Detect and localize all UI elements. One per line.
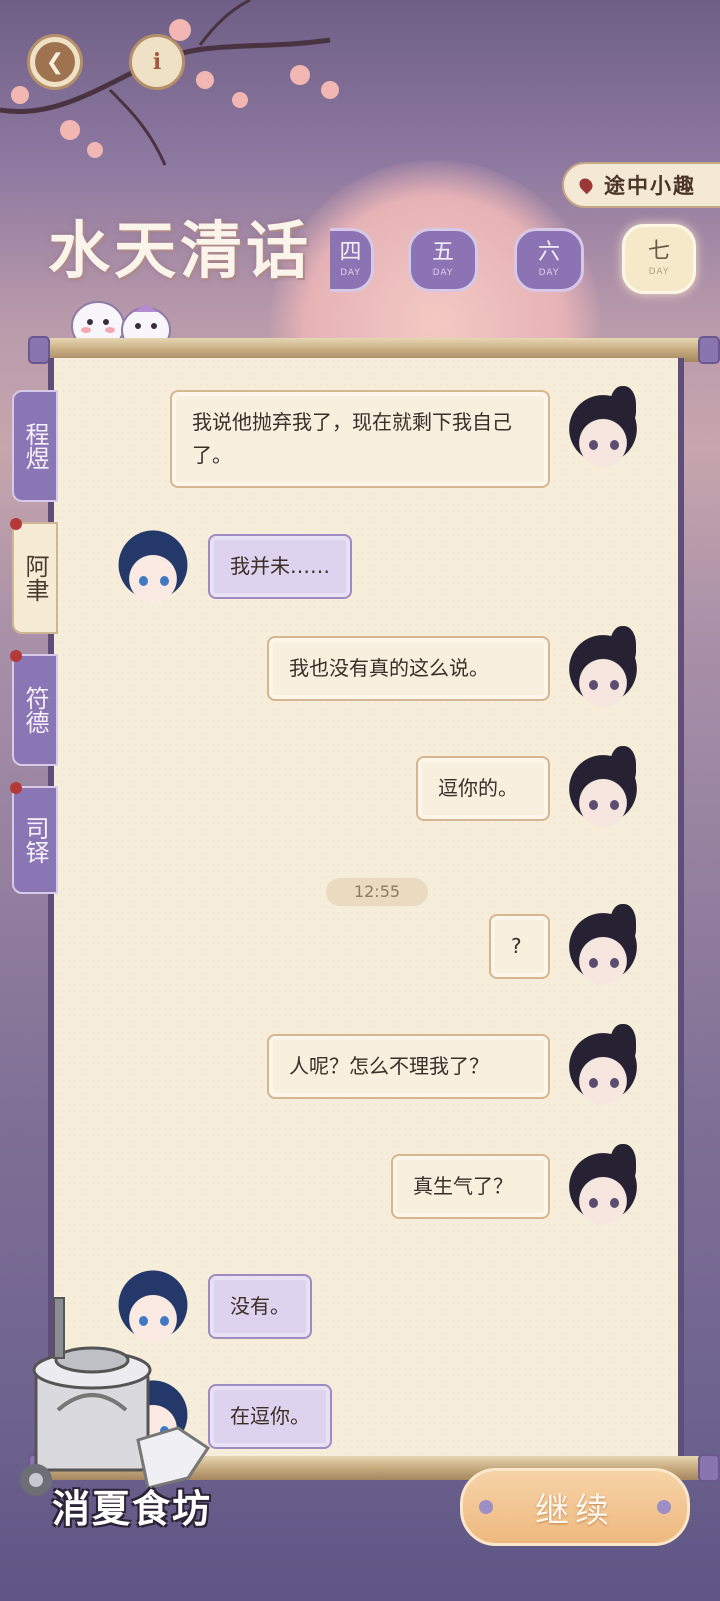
tab-label: 符德: [21, 686, 49, 734]
message-bubble: 在逗你。: [208, 1384, 332, 1449]
tab-label: 程煜: [21, 422, 49, 470]
chat-timestamp: 12:55: [326, 878, 428, 906]
message-bubble: 我并未……: [208, 534, 352, 599]
tab-ayu[interactable]: 阿聿: [10, 518, 58, 634]
tab-label: 司铎: [21, 816, 49, 864]
shop-label[interactable]: 消夏食坊: [52, 1478, 212, 1533]
chat-message-me: 逗你的。: [416, 746, 644, 834]
day-selector: 四 DAY 五 DAY 六 DAY 七 DAY: [0, 224, 720, 306]
message-bubble: ?: [489, 914, 550, 979]
continue-label: 继续: [535, 1490, 615, 1531]
player-avatar[interactable]: [562, 626, 644, 714]
ayu-avatar[interactable]: [112, 528, 194, 610]
new-message-marker: [10, 782, 22, 794]
day-7-button[interactable]: 七 DAY: [622, 224, 696, 294]
message-bubble: 我说他抛弃我了，现在就剩下我自己了。: [170, 390, 550, 488]
continue-button[interactable]: 继续: [460, 1468, 690, 1546]
chat-message-other: 我并未……: [112, 526, 352, 610]
flower-icon: [479, 1500, 493, 1514]
message-bubble: 没有。: [208, 1274, 312, 1339]
player-avatar[interactable]: [562, 904, 644, 992]
back-arrow-icon: ❮: [35, 42, 75, 82]
tab-siduo[interactable]: 司铎: [10, 782, 58, 894]
new-message-marker: [10, 650, 22, 662]
message-bubble: 真生气了？: [391, 1154, 550, 1219]
player-avatar[interactable]: [562, 386, 644, 474]
tab-chengyu[interactable]: 程煜: [12, 390, 58, 502]
day-4-button[interactable]: 四 DAY: [330, 228, 374, 292]
back-button[interactable]: ❮: [27, 34, 83, 90]
chat-message-me: 人呢？怎么不理我了？: [267, 1024, 644, 1112]
tab-label: 阿聿: [21, 554, 49, 602]
player-avatar[interactable]: [562, 746, 644, 834]
travel-fun-label: 途中小趣: [604, 174, 696, 198]
chat-message-me: 我也没有真的这么说。: [267, 626, 644, 714]
info-button[interactable]: i: [129, 34, 185, 90]
chat-message-me: 真生气了？: [391, 1144, 644, 1232]
cooking-stove-icon[interactable]: [18, 1290, 218, 1510]
info-icon: i: [137, 42, 177, 82]
pin-icon: [576, 175, 596, 195]
chat-message-me: ?: [489, 904, 644, 992]
message-bubble: 逗你的。: [416, 756, 550, 821]
tab-fude[interactable]: 符德: [10, 650, 58, 766]
travel-fun-tab[interactable]: 途中小趣: [562, 162, 720, 208]
blossom-branch-decoration: [0, 0, 339, 166]
player-avatar[interactable]: [562, 1144, 644, 1232]
flower-icon: [657, 1500, 671, 1514]
message-bubble: 人呢？怎么不理我了？: [267, 1034, 550, 1099]
day-5-button[interactable]: 五 DAY: [408, 228, 478, 292]
player-avatar[interactable]: [562, 1024, 644, 1112]
day-6-button[interactable]: 六 DAY: [514, 228, 584, 292]
chat-message-me: 我说他抛弃我了，现在就剩下我自己了。: [170, 386, 644, 488]
message-bubble: 我也没有真的这么说。: [267, 636, 550, 701]
new-message-marker: [10, 518, 22, 530]
